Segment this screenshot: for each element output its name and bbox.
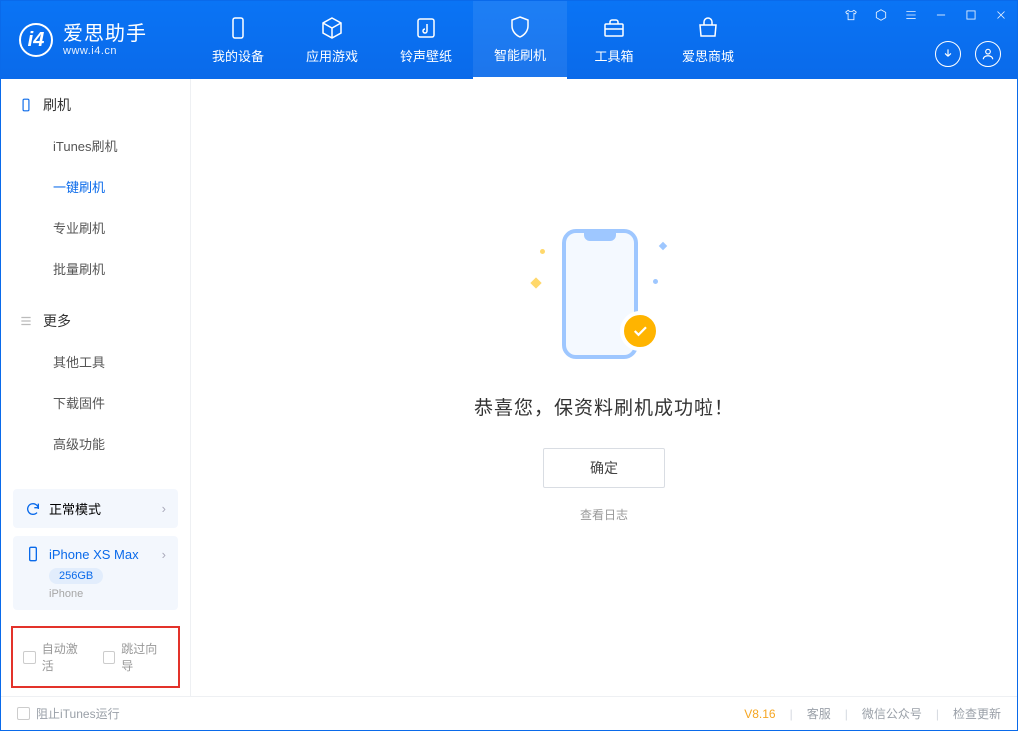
store-icon [696,16,720,40]
header-right-icons [935,41,1001,67]
flash-items: iTunes刷机 一键刷机 专业刷机 批量刷机 [1,121,190,295]
header: i4 爱思助手 www.i4.cn 我的设备 应用游戏 铃声壁纸 智能刷机 工具… [1,1,1017,79]
logo-text: 爱思助手 www.i4.cn [63,23,147,57]
checkbox-label: 自动激活 [42,640,89,674]
cube-icon [320,16,344,40]
main-content: 恭喜您，保资料刷机成功啦！ 确定 查看日志 [191,79,1017,696]
checkbox-label: 阻止iTunes运行 [36,705,120,722]
shield-icon [508,15,532,39]
check-badge-icon [620,311,660,351]
sparkle-icon [530,277,541,288]
dot-icon [653,279,658,284]
sparkle-icon [659,242,667,250]
checkbox-box [23,651,36,664]
tab-flash[interactable]: 智能刷机 [473,1,567,79]
device-icon [226,16,250,40]
minimize-button[interactable] [931,5,951,25]
phone-notch-graphic [584,233,616,241]
checkbox-auto-activate[interactable]: 自动激活 [23,640,89,674]
tab-label: 智能刷机 [494,45,546,64]
window-controls [841,5,1011,25]
capacity-badge: 256GB [49,568,103,584]
chevron-right-icon: › [162,501,166,516]
version-label: V8.16 [744,707,775,721]
sidebar-item-download-fw[interactable]: 下载固件 [1,382,190,423]
mode-box[interactable]: 正常模式 › [13,489,178,528]
sidebar-item-onekey[interactable]: 一键刷机 [1,166,190,207]
app-title: 爱思助手 [63,23,147,45]
checkbox-label: 跳过向导 [121,640,168,674]
device-panel: 正常模式 › iPhone XS Max › 256GB iPhone [1,481,190,618]
separator: | [790,707,793,721]
update-link[interactable]: 检查更新 [953,705,1001,722]
tab-ringtone[interactable]: 铃声壁纸 [379,1,473,79]
sidebar-section-more: 更多 [1,295,190,337]
service-link[interactable]: 客服 [807,705,831,722]
tab-label: 应用游戏 [306,46,358,65]
phone-icon [19,98,33,112]
tab-label: 工具箱 [594,46,633,65]
bottom-options-highlight: 自动激活 跳过向导 [11,626,180,688]
sidebar: 刷机 iTunes刷机 一键刷机 专业刷机 批量刷机 更多 其他工具 下载固件 … [1,79,191,696]
sidebar-section-flash: 刷机 [1,79,190,121]
tab-label: 爱思商城 [682,46,734,65]
hexagon-icon[interactable] [871,5,891,25]
sync-icon [25,501,41,517]
separator: | [845,707,848,721]
sidebar-item-other-tools[interactable]: 其他工具 [1,341,190,382]
logo-area: i4 爱思助手 www.i4.cn [1,1,191,79]
shirt-icon[interactable] [841,5,861,25]
maximize-button[interactable] [961,5,981,25]
success-message: 恭喜您，保资料刷机成功啦！ [474,393,734,420]
device-box[interactable]: iPhone XS Max › 256GB iPhone [13,536,178,610]
dot-icon [540,249,545,254]
checkbox-skip-guide[interactable]: 跳过向导 [103,640,169,674]
sidebar-item-batch[interactable]: 批量刷机 [1,248,190,289]
success-illustration [544,229,664,369]
chevron-right-icon: › [162,547,166,562]
body: 刷机 iTunes刷机 一键刷机 专业刷机 批量刷机 更多 其他工具 下载固件 … [1,79,1017,696]
view-log-link[interactable]: 查看日志 [580,506,628,523]
logo-icon: i4 [19,23,53,57]
section-title: 更多 [43,311,71,331]
main-tabs: 我的设备 应用游戏 铃声壁纸 智能刷机 工具箱 爱思商城 [191,1,755,79]
tab-my-device[interactable]: 我的设备 [191,1,285,79]
close-button[interactable] [991,5,1011,25]
toolbox-icon [602,16,626,40]
download-button[interactable] [935,41,961,67]
separator: | [936,707,939,721]
tab-store[interactable]: 爱思商城 [661,1,755,79]
checkbox-block-itunes[interactable]: 阻止iTunes运行 [17,705,120,722]
tab-apps[interactable]: 应用游戏 [285,1,379,79]
ok-button[interactable]: 确定 [543,448,665,488]
checkbox-box [17,707,30,720]
device-name: iPhone XS Max [49,547,139,562]
music-icon [414,16,438,40]
checkbox-box [103,651,116,664]
menu-icon[interactable] [901,5,921,25]
more-items: 其他工具 下载固件 高级功能 [1,337,190,470]
sidebar-item-pro[interactable]: 专业刷机 [1,207,190,248]
section-title: 刷机 [43,95,71,115]
list-icon [19,314,33,328]
mode-label: 正常模式 [49,499,101,518]
account-button[interactable] [975,41,1001,67]
tab-tools[interactable]: 工具箱 [567,1,661,79]
sidebar-item-advanced[interactable]: 高级功能 [1,423,190,464]
wechat-link[interactable]: 微信公众号 [862,705,922,722]
phone-icon [25,546,41,562]
device-type: iPhone [49,588,166,600]
sidebar-item-itunes[interactable]: iTunes刷机 [1,125,190,166]
app-url: www.i4.cn [63,45,147,57]
tab-label: 我的设备 [212,46,264,65]
tab-label: 铃声壁纸 [400,46,452,65]
statusbar: 阻止iTunes运行 V8.16 | 客服 | 微信公众号 | 检查更新 [1,696,1017,730]
